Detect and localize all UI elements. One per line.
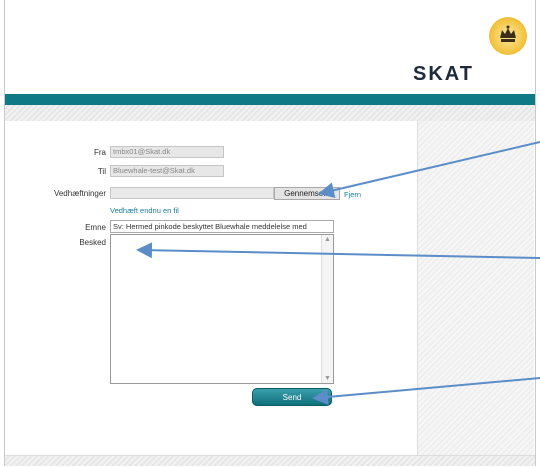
annotation-arrows (136, 141, 540, 405)
arrow-to-send (312, 377, 540, 405)
arrow-to-browse (318, 141, 540, 199)
arrow-to-message (136, 242, 540, 259)
